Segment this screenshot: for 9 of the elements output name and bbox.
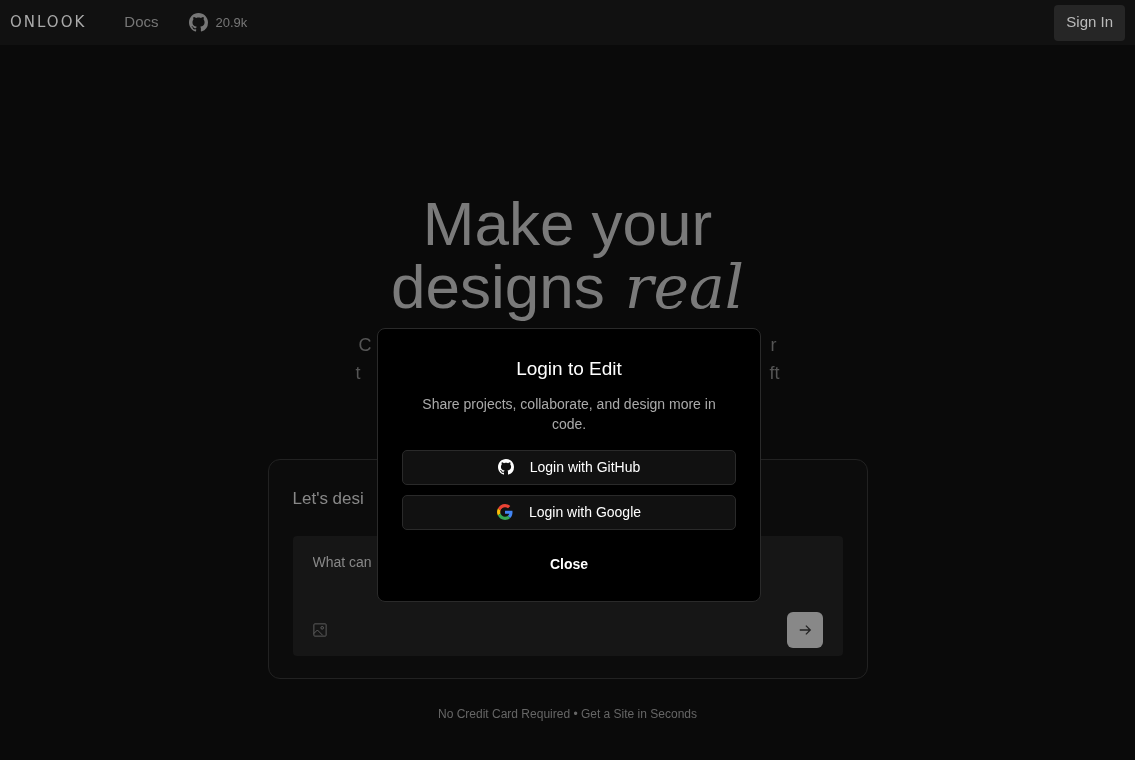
hero-script-word: real <box>624 255 744 319</box>
footer-note: No Credit Card Required • Get a Site in Seconds <box>438 706 697 723</box>
subtitle-fragment: t <box>355 362 361 385</box>
subtitle-fragment: r <box>770 334 777 357</box>
dialog-description: Share projects, collaborate, and design more in code. <box>421 394 717 434</box>
subtitle-fragment: C <box>358 334 372 357</box>
subtitle-fragment: ft <box>769 362 780 385</box>
dialog-title: Login to Edit <box>516 357 622 381</box>
prompt-card-title: Let's desi <box>292 488 364 510</box>
